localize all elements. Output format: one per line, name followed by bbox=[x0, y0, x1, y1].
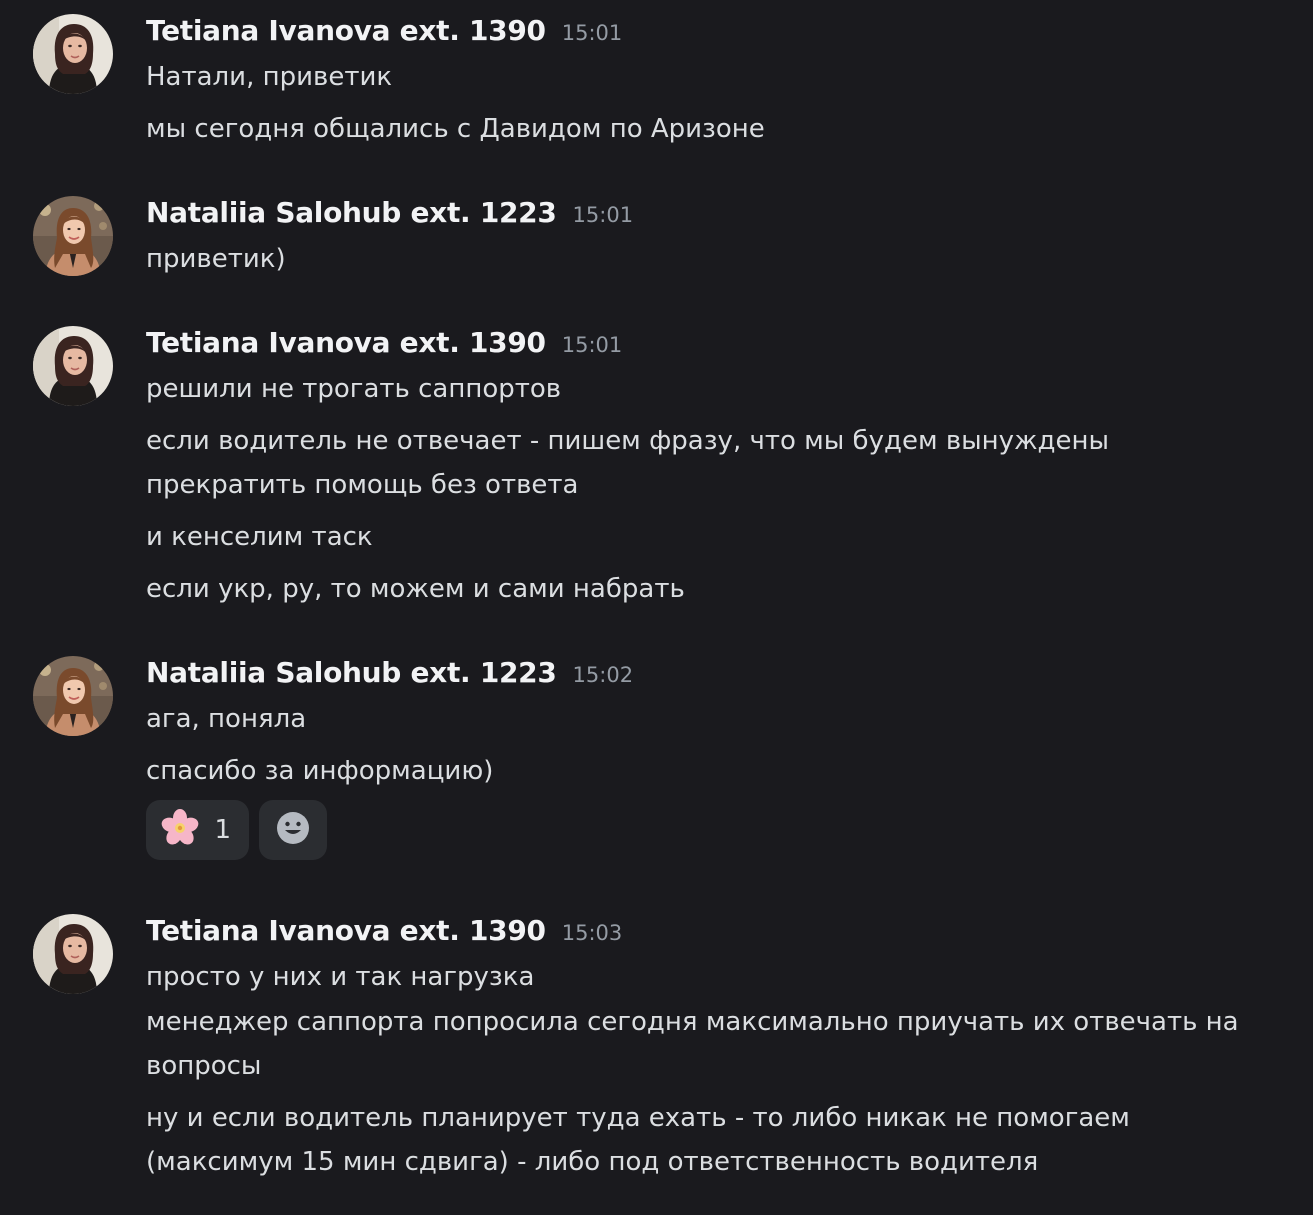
add-reaction-button[interactable] bbox=[259, 800, 327, 860]
message-text: спасибо за информацию) bbox=[146, 756, 494, 786]
reaction-count: 1 bbox=[214, 815, 231, 845]
message-text: просто у них и так нагрузка bbox=[146, 962, 535, 992]
avatar[interactable] bbox=[33, 14, 113, 94]
avatar[interactable] bbox=[33, 656, 113, 736]
message-text: и кенселим таск bbox=[146, 522, 373, 552]
message-header: Tetiana Ivanova ext. 1390 15:03 bbox=[146, 914, 622, 954]
timestamp[interactable]: 15:01 bbox=[573, 203, 634, 227]
reactions-bar: 1 bbox=[146, 800, 327, 860]
message-header: Tetiana Ivanova ext. 1390 15:01 bbox=[146, 326, 622, 366]
author-name[interactable]: Nataliia Salohub ext. 1223 bbox=[146, 656, 557, 689]
avatar[interactable] bbox=[33, 914, 113, 994]
avatar[interactable] bbox=[33, 196, 113, 276]
author-name[interactable]: Nataliia Salohub ext. 1223 bbox=[146, 196, 557, 229]
message-text: менеджер саппорта попросила сегодня макс… bbox=[146, 1007, 1239, 1081]
message-header: Tetiana Ivanova ext. 1390 15:01 bbox=[146, 14, 622, 54]
message-text: приветик) bbox=[146, 244, 286, 274]
message-text: если укр, ру, то можем и сами набрать bbox=[146, 574, 685, 604]
message-text: ну и если водитель планирует туда ехать … bbox=[146, 1103, 1130, 1177]
message-text: Натали, приветик bbox=[146, 62, 393, 92]
message-text: решили не трогать саппортов bbox=[146, 374, 562, 404]
timestamp[interactable]: 15:01 bbox=[562, 333, 623, 357]
reaction-cherry-blossom[interactable]: 1 bbox=[146, 800, 249, 860]
chat-message-list: Tetiana Ivanova ext. 1390 15:01 Натали, … bbox=[0, 0, 1313, 1215]
timestamp[interactable]: 15:02 bbox=[573, 663, 634, 687]
add-reaction-icon bbox=[275, 810, 311, 850]
message-header: Nataliia Salohub ext. 1223 15:02 bbox=[146, 656, 633, 696]
avatar[interactable] bbox=[33, 326, 113, 406]
cherry-blossom-icon bbox=[160, 808, 200, 852]
message-header: Nataliia Salohub ext. 1223 15:01 bbox=[146, 196, 633, 236]
timestamp[interactable]: 15:03 bbox=[562, 921, 623, 945]
author-name[interactable]: Tetiana Ivanova ext. 1390 bbox=[146, 14, 546, 47]
timestamp[interactable]: 15:01 bbox=[562, 21, 623, 45]
message-text: если водитель не отвечает - пишем фразу,… bbox=[146, 426, 1109, 500]
message-text: ага, поняла bbox=[146, 704, 307, 734]
author-name[interactable]: Tetiana Ivanova ext. 1390 bbox=[146, 326, 546, 359]
message-text: мы сегодня общались с Давидом по Аризоне bbox=[146, 114, 765, 144]
author-name[interactable]: Tetiana Ivanova ext. 1390 bbox=[146, 914, 546, 947]
